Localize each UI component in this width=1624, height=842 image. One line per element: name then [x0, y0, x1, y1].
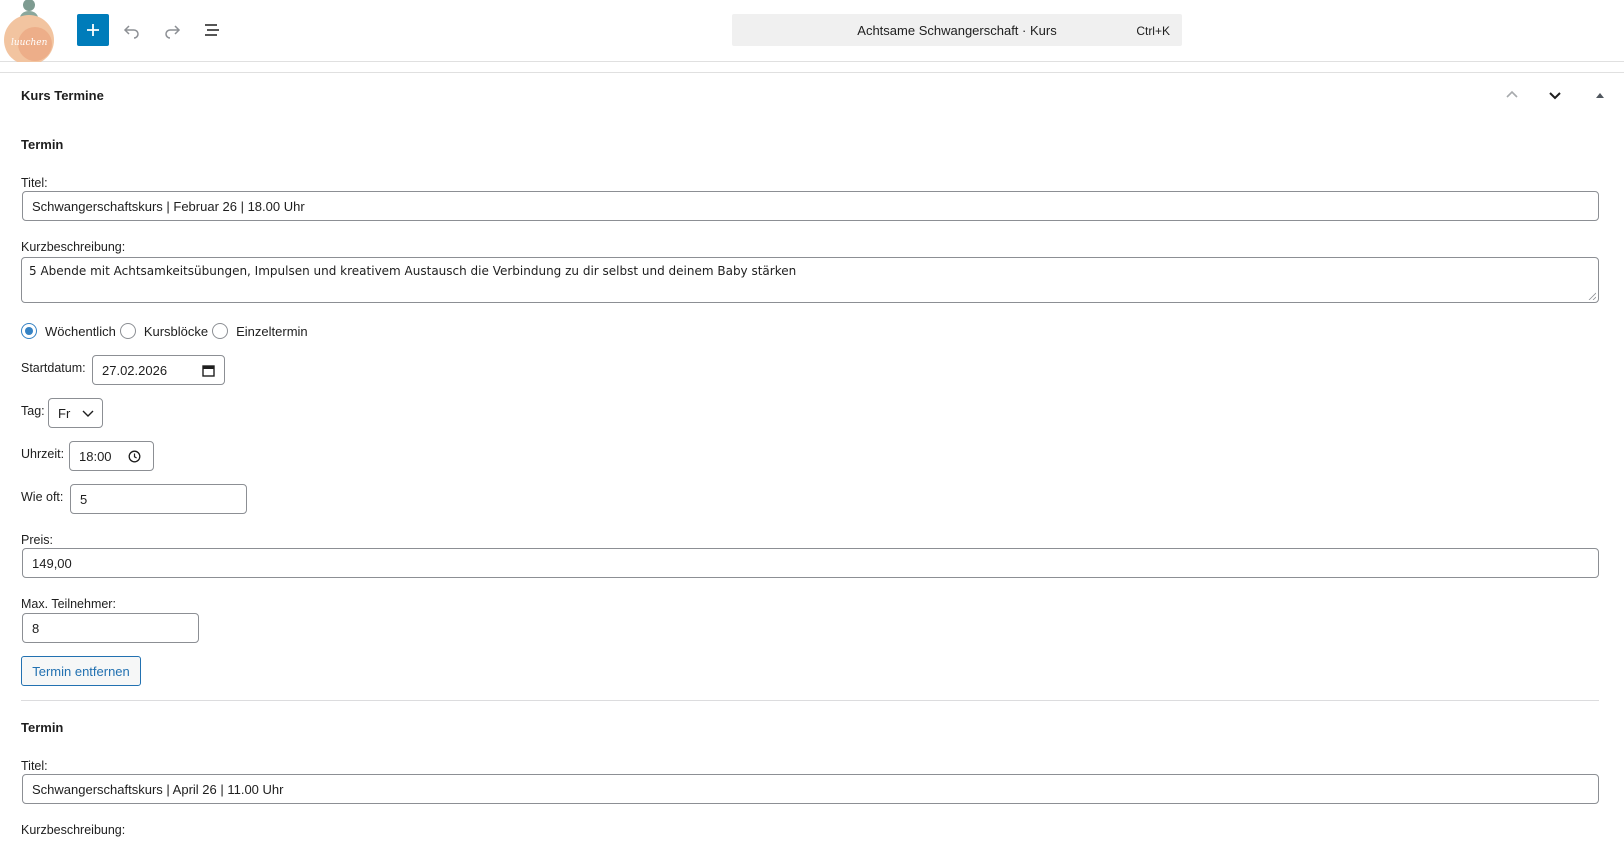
radio-blocks-label: Kursblöcke: [143, 323, 209, 339]
schedule-type-group: Wöchentlich Kursblöcke Einzeltermin: [21, 323, 312, 339]
start-date-value: 27.02.2026: [102, 362, 168, 378]
price-label: Preis:: [21, 533, 53, 547]
redo-button[interactable]: [157, 15, 187, 45]
remove-termin-button[interactable]: Termin entfernen: [21, 656, 141, 686]
add-block-button[interactable]: [77, 14, 109, 46]
move-up-button[interactable]: [1500, 83, 1524, 107]
time-label: Uhrzeit:: [21, 447, 65, 461]
description-textarea[interactable]: 5 Abende mit Achtsamkeitsübungen, Impuls…: [21, 257, 1599, 303]
radio-single-label: Einzeltermin: [236, 323, 308, 339]
termin-separator: [21, 700, 1599, 701]
title-input[interactable]: Schwangerschaftskurs | April 26 | 11.00 …: [22, 774, 1599, 804]
radio-weekly[interactable]: [21, 323, 37, 339]
day-value: Fr: [58, 405, 71, 421]
undo-icon: [123, 25, 139, 39]
description-label: Kurzbeschreibung:: [21, 240, 126, 254]
start-date-label: Startdatum:: [21, 361, 86, 375]
editor-toolbar: luuchen Achtsame Schwangerschaft · Kurs …: [0, 0, 1624, 65]
time-value: 18:00: [79, 448, 112, 464]
plus-icon: [87, 24, 99, 36]
chevron-down-icon: [1549, 92, 1561, 100]
max-participants-label: Max. Teilnehmer:: [21, 597, 116, 611]
day-label: Tag:: [21, 404, 45, 418]
time-input[interactable]: 18:00: [69, 441, 154, 471]
svg-text:luuchen: luuchen: [11, 38, 48, 48]
list-view-icon: [205, 24, 219, 36]
radio-weekly-label: Wöchentlich: [45, 323, 116, 339]
radio-single[interactable]: [212, 323, 229, 339]
undo-button[interactable]: [117, 15, 147, 45]
triangle-up-icon: [1596, 93, 1604, 98]
termin-heading: Termin: [21, 720, 64, 735]
title-label: Titel:: [21, 176, 48, 190]
description-label: Kurzbeschreibung:: [21, 823, 126, 837]
site-logo[interactable]: luuchen: [3, 0, 55, 65]
start-date-input[interactable]: 27.02.2026: [92, 355, 225, 385]
redo-icon: [165, 25, 181, 39]
list-view-button[interactable]: [198, 15, 228, 45]
frequency-label: Wie oft:: [21, 490, 64, 504]
frequency-input[interactable]: 5: [70, 484, 247, 514]
panel-divider: [0, 72, 1624, 73]
price-input[interactable]: 149,00: [22, 548, 1599, 578]
panel-title: Kurs Termine: [21, 88, 104, 103]
title-input[interactable]: Schwangerschaftskurs | Februar 26 | 18.0…: [22, 191, 1599, 221]
calendar-icon[interactable]: [202, 364, 215, 377]
clock-icon[interactable]: [128, 450, 141, 463]
toggle-panel-button[interactable]: [1588, 83, 1612, 107]
chevron-up-icon: [1506, 90, 1518, 98]
document-title: Achtsame Schwangerschaft · Kurs: [857, 23, 1057, 38]
move-down-button[interactable]: [1543, 83, 1567, 107]
day-select[interactable]: Fr: [48, 398, 103, 428]
chevron-down-icon: [82, 410, 94, 417]
command-palette-button[interactable]: Achtsame Schwangerschaft · Kurs Ctrl+K: [732, 14, 1182, 46]
termin-heading: Termin: [21, 137, 64, 152]
max-participants-input[interactable]: 8: [22, 613, 199, 643]
title-label: Titel:: [21, 759, 48, 773]
resize-grip-icon[interactable]: [1588, 292, 1596, 300]
description-text: 5 Abende mit Achtsamkeitsübungen, Impuls…: [29, 264, 797, 278]
radio-blocks[interactable]: [119, 323, 136, 339]
shortcut-hint: Ctrl+K: [1136, 24, 1170, 38]
